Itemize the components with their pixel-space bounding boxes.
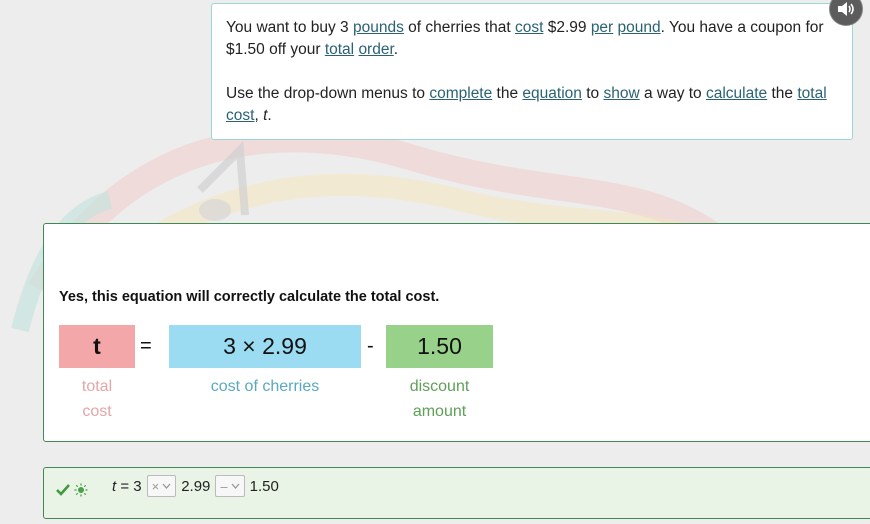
minus-sign: - <box>367 335 374 357</box>
prompt-text: the <box>492 85 523 102</box>
checkmark-icon <box>56 484 70 496</box>
prompt-text: . <box>393 41 399 58</box>
caption-line: discount <box>409 378 470 395</box>
glossary-link[interactable]: cost <box>226 107 254 124</box>
glossary-link[interactable]: equation <box>522 85 581 102</box>
lightbulb-icon <box>74 483 88 497</box>
discount-amount-caption: discount amount <box>386 374 493 424</box>
glossary-link[interactable]: order <box>358 41 393 58</box>
answer-bar: t = 3 × 2.99 – 1.50 <box>43 467 870 519</box>
prompt-paragraph-1: You want to buy 3 pounds of cherries tha… <box>226 17 838 61</box>
feedback-panel: Yes, this equation will correctly calcul… <box>43 223 870 442</box>
prompt-text: , <box>254 107 264 124</box>
feedback-message: Yes, this equation will correctly calcul… <box>59 289 440 305</box>
glossary-link[interactable]: calculate <box>706 85 767 102</box>
operator-dropdown-1[interactable]: × <box>146 475 177 497</box>
prompt-paragraph-2: Use the drop-down menus to complete the … <box>226 83 838 127</box>
answer-equation: t = 3 × 2.99 – 1.50 <box>112 475 279 497</box>
cost-of-cherries-box: 3 × 2.99 <box>169 325 361 368</box>
glossary-link[interactable]: pound <box>618 19 661 36</box>
glossary-link[interactable]: total <box>797 85 826 102</box>
chevron-down-icon <box>162 483 171 489</box>
glossary-link[interactable]: per <box>591 19 613 36</box>
glossary-link[interactable]: pounds <box>353 19 404 36</box>
operator-dropdown-2[interactable]: – <box>215 475 245 497</box>
answer-value-2: 1.50 <box>249 477 279 495</box>
answer-value-1: 2.99 <box>181 477 211 495</box>
caption-line: total <box>81 378 113 395</box>
prompt-text: Use the drop-down menus to <box>226 85 430 102</box>
cost-of-cherries-caption: cost of cherries <box>210 378 320 395</box>
prompt-text: the <box>767 85 798 102</box>
glossary-link[interactable]: total <box>325 41 354 58</box>
prompt-text: a way to <box>639 85 706 102</box>
total-cost-caption: total cost <box>59 374 135 424</box>
dropdown-selected-value: – <box>220 478 228 494</box>
glossary-link[interactable]: show <box>603 85 639 102</box>
status-icons <box>55 483 88 497</box>
equals-sign: = <box>140 335 152 357</box>
chevron-down-icon <box>231 483 240 489</box>
prompt-text: to <box>581 85 604 102</box>
caption-line: amount <box>412 403 467 420</box>
discount-amount-box: 1.50 <box>386 325 493 368</box>
glossary-link[interactable]: complete <box>429 85 492 102</box>
prompt-text: $2.99 <box>543 19 591 36</box>
prompt-text: . <box>267 107 272 124</box>
dropdown-selected-value: × <box>151 478 160 494</box>
prompt-text: of cherries that <box>403 19 515 36</box>
prompt-text: You want to buy 3 <box>226 19 353 36</box>
glossary-link[interactable]: cost <box>515 19 543 36</box>
speaker-icon <box>838 2 854 16</box>
question-prompt: You want to buy 3 pounds of cherries tha… <box>211 3 853 140</box>
answer-prefix: = 3 <box>116 477 142 495</box>
caption-line: cost <box>82 403 112 420</box>
total-cost-variable-box: t <box>59 325 135 368</box>
